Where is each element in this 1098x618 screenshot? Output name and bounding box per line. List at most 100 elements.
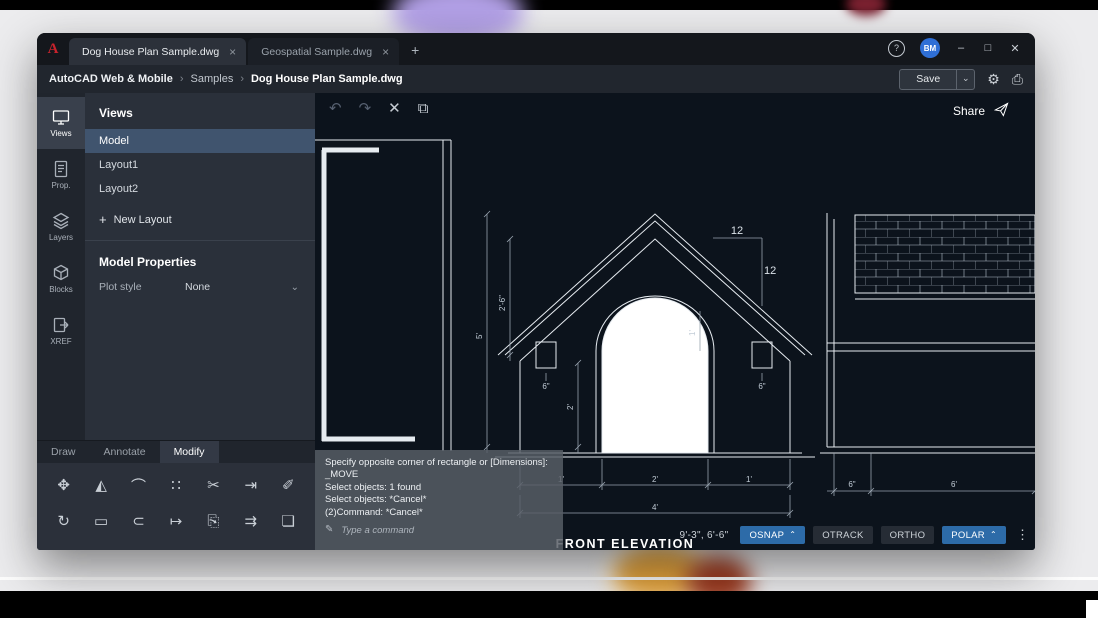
rotate-tool-icon[interactable]: ↻ [51, 509, 77, 533]
maximize-button[interactable]: □ [982, 42, 994, 54]
tab-geospatial-sample[interactable]: Geospatial Sample.dwg × [248, 38, 399, 65]
kebab-menu-icon[interactable]: ⋮ [1016, 527, 1029, 543]
stretch-tool-icon[interactable]: ↦ [163, 509, 189, 533]
dim-slope-rise: 12 [764, 265, 776, 277]
tab-label: Geospatial Sample.dwg [261, 46, 372, 58]
mirror-tool-icon[interactable]: ◭ [88, 473, 114, 497]
dim-eave-right: 6" [758, 382, 765, 391]
command-history-line: _MOVE [325, 469, 553, 481]
command-prompt-icon: ✎ [325, 524, 333, 536]
osnap-toggle[interactable]: OSNAP ⌃ [740, 526, 805, 544]
share-button[interactable]: Share [953, 102, 1009, 120]
rectangle-tool-icon[interactable]: ▭ [88, 509, 114, 533]
sidebar-item-blocks[interactable]: Blocks [37, 253, 85, 305]
extend-tool-icon[interactable]: ⇥ [238, 473, 264, 497]
front-elevation-lines [495, 214, 815, 457]
document-icon [52, 160, 70, 178]
tab-close-icon[interactable]: × [229, 47, 236, 57]
avatar[interactable]: BM [920, 38, 940, 58]
command-line-panel: Specify opposite corner of rectangle or … [315, 450, 563, 550]
tab-close-icon[interactable]: × [382, 47, 389, 57]
tab-draw[interactable]: Draw [37, 441, 90, 463]
minimize-button[interactable]: – [955, 42, 967, 54]
canvas-toolbar: ↶ ↷ ✕ ⧉ [329, 99, 428, 117]
polar-toggle[interactable]: POLAR ⌃ [942, 526, 1006, 544]
ortho-toggle[interactable]: ORTHO [881, 526, 935, 544]
fillet-tool-icon[interactable]: ⌒ [126, 473, 152, 497]
layout-item-layout1[interactable]: Layout1 [85, 153, 315, 177]
dim-left-upper: 2'-6" [498, 295, 507, 311]
explode-tool-icon[interactable]: ❏ [275, 509, 301, 533]
sidebar-item-views[interactable]: Views [37, 97, 85, 149]
plot-style-row: Plot style None ⌄ [85, 281, 315, 293]
dim-side-width: 6' [951, 480, 957, 489]
undo-icon[interactable]: ↶ [329, 99, 342, 117]
dim-base-right: 1' [746, 475, 752, 484]
floor-plan-lines [315, 140, 451, 451]
sidebar-item-label: Blocks [49, 285, 73, 294]
breadcrumb-samples[interactable]: Samples [191, 73, 234, 85]
breadcrumb-home[interactable]: AutoCAD Web & Mobile [49, 73, 173, 85]
tab-label: Dog House Plan Sample.dwg [82, 46, 219, 58]
xref-icon [52, 316, 70, 334]
tab-annotate[interactable]: Annotate [90, 441, 160, 463]
monitor-icon [52, 108, 70, 126]
command-history-line: Select objects: *Cancel* [325, 494, 553, 506]
dim-slope-run: 12 [731, 225, 743, 237]
measure-icon[interactable]: ✕ [388, 99, 401, 117]
modify-tool-grid: ✥ ◭ ⌒ ∷ ✂ ⇥ ✐ ↻ ▭ ⊂ ↦ ⎘ ⇉ ❏ [37, 463, 315, 533]
autocad-logo-icon: A [37, 33, 69, 65]
command-history-line: Select objects: 1 found [325, 482, 553, 494]
plot-style-select[interactable]: None ⌄ [185, 281, 299, 293]
copy-tool-icon[interactable]: ⎘ [200, 509, 226, 533]
tools-panel: Draw Annotate Modify ✥ ◭ ⌒ ∷ ✂ ⇥ ✐ ↻ ▭ ⊂… [37, 440, 315, 550]
layers-icon [52, 212, 70, 230]
drawing-title: FRONT ELEVATION [556, 537, 695, 550]
screenshot-stage: A Dog House Plan Sample.dwg × Geospatial… [0, 0, 1098, 618]
new-layout-label: New Layout [114, 214, 172, 226]
tool-tabs: Draw Annotate Modify [37, 441, 315, 463]
tab-modify[interactable]: Modify [160, 441, 219, 463]
erase-tool-icon[interactable]: ✐ [275, 473, 301, 497]
layout-item-model[interactable]: Model [85, 129, 315, 153]
chevron-up-icon[interactable]: ⌃ [990, 531, 997, 539]
command-input[interactable] [339, 524, 523, 537]
dim-left-total: 5' [475, 333, 484, 339]
save-button[interactable]: Save [900, 70, 956, 89]
side-elevation-lines [820, 213, 1035, 453]
toggle-label: ORTHO [890, 530, 926, 541]
print-icon[interactable]: ⎙ [1012, 71, 1023, 88]
breadcrumb: AutoCAD Web & Mobile › Samples › Dog Hou… [37, 65, 1035, 93]
dim-overhang: 1' [688, 330, 697, 336]
otrack-toggle[interactable]: OTRACK [813, 526, 872, 544]
close-button[interactable]: ✕ [1009, 42, 1021, 55]
chevron-up-icon[interactable]: ⌃ [789, 531, 796, 539]
new-tab-button[interactable]: + [411, 42, 419, 58]
breadcrumb-separator: › [180, 73, 184, 85]
arc-tool-icon[interactable]: ⊂ [126, 509, 152, 533]
dim-eave-left: 6" [542, 382, 549, 391]
sidebar-item-layers[interactable]: Layers [37, 201, 85, 253]
command-history-line: Specify opposite corner of rectangle or … [325, 457, 553, 469]
move-tool-icon[interactable]: ✥ [51, 473, 77, 497]
zoom-window-icon[interactable]: ⧉ [418, 100, 429, 117]
tab-dog-house-plan[interactable]: Dog House Plan Sample.dwg × [69, 38, 246, 65]
cursor-coordinates: 9'-3", 6'-6" [679, 530, 728, 541]
letterbox-bottom [0, 591, 1098, 618]
save-dropdown-icon[interactable]: ⌄ [956, 70, 974, 89]
redo-icon[interactable]: ↷ [359, 99, 372, 117]
layout-item-layout2[interactable]: Layout2 [85, 177, 315, 201]
drawing-canvas[interactable]: ↶ ↷ ✕ ⧉ Share [315, 93, 1035, 550]
array-tool-icon[interactable]: ∷ [163, 473, 189, 497]
new-layout-button[interactable]: + New Layout [85, 201, 315, 238]
status-bar: 9'-3", 6'-6" OSNAP ⌃ OTRACK ORTHO POLAR … [679, 526, 1029, 544]
share-label: Share [953, 104, 985, 118]
sidebar-item-label: XREF [50, 337, 71, 346]
toggle-label: OTRACK [822, 530, 863, 541]
align-tool-icon[interactable]: ⇉ [238, 509, 264, 533]
sidebar-item-xref[interactable]: XREF [37, 305, 85, 357]
trim-tool-icon[interactable]: ✂ [200, 473, 226, 497]
help-icon[interactable]: ? [888, 40, 905, 57]
sidebar-item-properties[interactable]: Prop. [37, 149, 85, 201]
gear-icon[interactable]: ⚙ [987, 71, 1000, 88]
